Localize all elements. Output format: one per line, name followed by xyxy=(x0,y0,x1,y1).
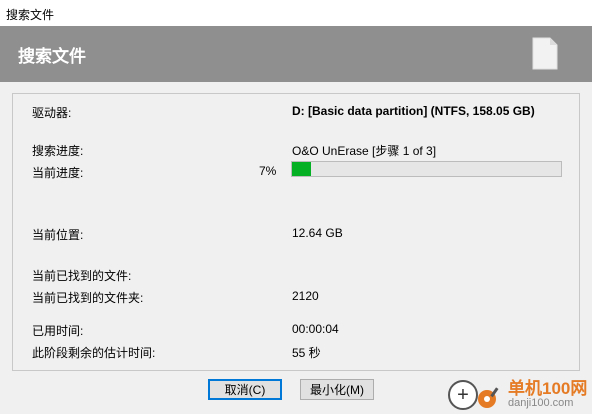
current-progress-percent: 7% xyxy=(259,164,277,178)
watermark-site-text: danji100.com xyxy=(508,397,574,409)
current-position-value: 12.64 GB xyxy=(292,226,343,240)
elapsed-time-label: 已用时间: xyxy=(32,324,84,338)
progress-panel: 驱动器: D: [Basic data partition] (NTFS, 15… xyxy=(12,93,580,371)
current-progress-label: 当前进度: xyxy=(32,166,84,180)
remaining-time-value: 55 秒 xyxy=(292,346,321,360)
search-progress-value: O&O UnErase [步骤 1 of 3] xyxy=(292,144,437,158)
cancel-button[interactable]: 取消(C) xyxy=(208,379,282,400)
folders-found-value: 2120 xyxy=(292,289,319,303)
drive-value: D: [Basic data partition] (NTFS, 158.05 … xyxy=(292,104,535,118)
document-icon xyxy=(532,37,558,70)
plus-icon: + xyxy=(448,380,478,410)
folders-found-label: 当前已找到的文件夹: xyxy=(32,291,144,305)
title-bar: 搜索文件 xyxy=(0,0,592,27)
guitar-logo-icon xyxy=(478,387,499,408)
header-title: 搜索文件 xyxy=(18,47,86,66)
remaining-time-label: 此阶段剩余的估计时间: xyxy=(32,346,156,360)
watermark-logo-text: 单机100网 xyxy=(508,379,588,398)
current-progress-bar xyxy=(291,161,562,177)
window-title: 搜索文件 xyxy=(6,8,55,22)
drive-label: 驱动器: xyxy=(32,106,72,120)
search-progress-label: 搜索进度: xyxy=(32,144,84,158)
minimize-button[interactable]: 最小化(M) xyxy=(300,379,374,400)
files-found-label: 当前已找到的文件: xyxy=(32,269,132,283)
dialog-header: 搜索文件 xyxy=(0,26,592,82)
current-position-label: 当前位置: xyxy=(32,228,84,242)
watermark: + 单机100网 danji100.com xyxy=(446,373,592,414)
elapsed-time-value: 00:00:04 xyxy=(292,322,339,336)
progress-bar-fill xyxy=(292,162,311,176)
